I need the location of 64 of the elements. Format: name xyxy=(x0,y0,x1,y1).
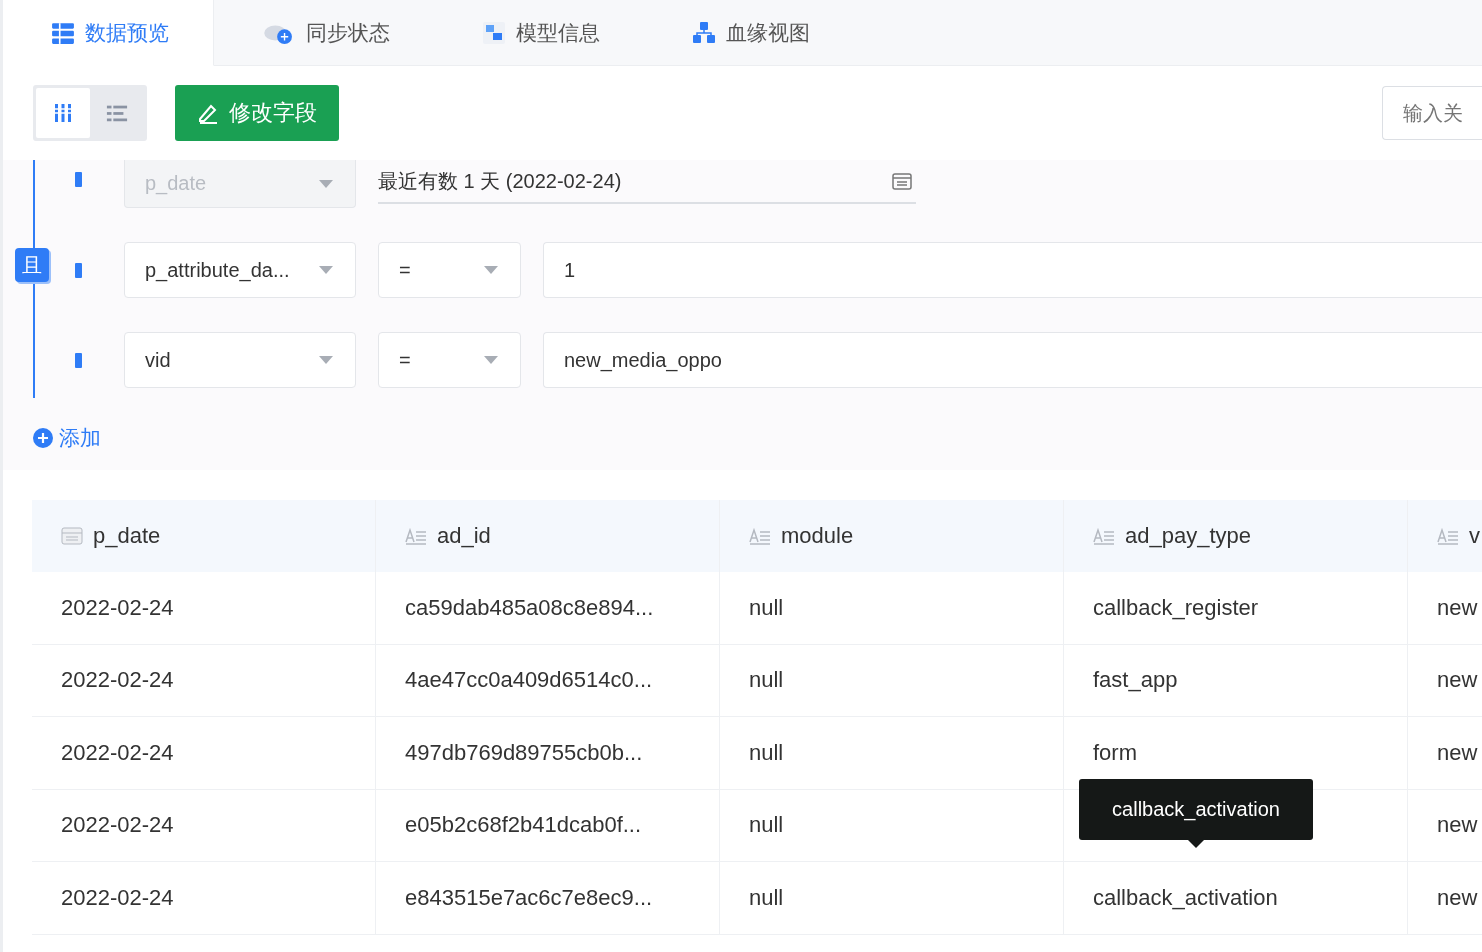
table-cell: 2022-02-24 xyxy=(61,812,174,839)
table-cell: 497db769d89755cb0b... xyxy=(405,739,643,766)
table-cell: null xyxy=(749,884,784,911)
table-cell: ca59dab485a08c8e894... xyxy=(405,594,654,621)
plus-icon xyxy=(33,428,53,448)
value-field[interactable]: 1 xyxy=(543,242,1482,298)
field-select[interactable]: vid xyxy=(124,332,356,388)
tooltip: callback_activation xyxy=(1079,778,1313,848)
column-header: p_date xyxy=(32,500,376,572)
add-condition-link[interactable]: 添加 xyxy=(33,424,101,452)
hierarchy-icon xyxy=(692,20,716,45)
table-cell: new xyxy=(1437,884,1478,911)
table-cell: callback_activation xyxy=(1093,884,1278,911)
operator-select[interactable]: = xyxy=(378,242,521,298)
tab[interactable]: 血缘视图 xyxy=(644,0,854,66)
table-cell: new xyxy=(1437,667,1478,694)
table-cell: 2022-02-24 xyxy=(61,594,174,621)
table-cell: 2022-02-24 xyxy=(61,884,174,911)
table-cell: 4ae47cc0a409d6514c0... xyxy=(405,667,653,694)
text-type-icon xyxy=(749,527,771,545)
drag-handle[interactable] xyxy=(75,172,82,187)
calendar-icon xyxy=(61,527,83,545)
drag-handle[interactable] xyxy=(75,262,82,278)
field-select[interactable]: p_attribute_da... xyxy=(124,242,356,298)
calendar-icon xyxy=(892,172,912,190)
table-cell: null xyxy=(749,667,784,694)
table-cell: form xyxy=(1093,739,1137,766)
text-type-icon xyxy=(1093,527,1115,545)
column-header: module xyxy=(720,500,1064,572)
operator-select[interactable]: = xyxy=(378,332,521,388)
column-header: ad_pay_type xyxy=(1064,500,1408,572)
columns-view-button[interactable] xyxy=(36,88,90,138)
caret-icon xyxy=(319,266,333,274)
text-type-icon xyxy=(405,527,427,545)
column-header: ad_id xyxy=(376,500,720,572)
table-cell: e05b2c68f2b41dcab0f... xyxy=(405,812,642,839)
model-icon xyxy=(482,20,506,45)
columns-icon xyxy=(52,102,74,124)
table-cell: new xyxy=(1437,812,1478,839)
table-cell: callback_register xyxy=(1093,594,1259,621)
table-cell: new xyxy=(1437,739,1478,766)
table-cell: e843515e7ac6c7e8ec9... xyxy=(405,884,653,911)
table-cell: null xyxy=(749,812,784,839)
pencil-icon xyxy=(197,102,219,124)
table-cell: null xyxy=(749,739,784,766)
caret-icon xyxy=(484,266,498,274)
tab[interactable]: 模型信息 xyxy=(434,0,644,66)
tab[interactable]: 同步状态 xyxy=(214,0,434,66)
table-cell: 2022-02-24 xyxy=(61,739,174,766)
text-type-icon xyxy=(1437,527,1459,545)
table-cell: 2022-02-24 xyxy=(61,667,174,694)
search-field[interactable]: 输入关 xyxy=(1382,86,1482,140)
table-cell: fast_app xyxy=(1093,667,1178,694)
column-header: v xyxy=(1408,500,1482,572)
table-cell: null xyxy=(749,594,784,621)
drag-handle[interactable] xyxy=(75,352,82,368)
table-icon xyxy=(51,20,75,45)
value-field[interactable]: new_media_oppo xyxy=(543,332,1482,388)
tooltip-pointer-icon xyxy=(1188,839,1204,848)
caret-icon xyxy=(319,179,333,188)
caret-icon xyxy=(484,356,498,364)
table-cell: new xyxy=(1437,594,1478,621)
and-connector[interactable]: 且 xyxy=(15,248,49,282)
caret-icon xyxy=(319,356,333,364)
